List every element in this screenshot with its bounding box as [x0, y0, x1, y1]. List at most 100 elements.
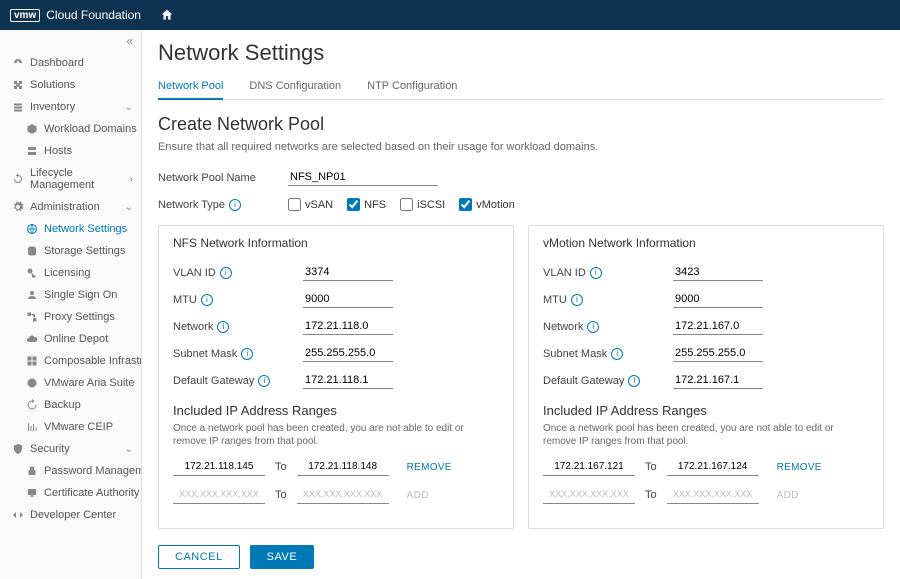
to-label: To [275, 489, 287, 501]
chevron-down-icon: ⌄ [125, 202, 133, 213]
info-icon[interactable]: i [587, 321, 599, 333]
code-icon [12, 509, 24, 521]
vmotion-panel-title: vMotion Network Information [543, 236, 869, 250]
info-icon[interactable]: i [241, 348, 253, 360]
suite-icon [26, 377, 38, 389]
to-label: To [275, 461, 287, 473]
sidebar-item-hosts[interactable]: Hosts [0, 140, 141, 162]
vmw-logo: vmw [10, 9, 40, 22]
certificate-icon [26, 487, 38, 499]
sidebar-item-administration[interactable]: Administration ⌄ [0, 196, 141, 218]
puzzle-icon [12, 79, 24, 91]
tab-dns-config[interactable]: DNS Configuration [249, 76, 341, 99]
nfs-panel-title: NFS Network Information [173, 236, 499, 250]
nfs-mtu-input[interactable] [303, 291, 393, 308]
sidebar-item-password-mgmt[interactable]: Password Management [0, 460, 141, 482]
vmotion-subnet-input[interactable] [673, 345, 763, 362]
sidebar-item-label: Administration [30, 201, 100, 213]
nfs-range-from-input[interactable] [173, 458, 265, 476]
stack-icon [12, 101, 24, 113]
to-label: To [645, 489, 657, 501]
nfs-range-from-input-empty[interactable] [173, 486, 265, 504]
nfs-subnet-input[interactable] [303, 345, 393, 362]
chevron-right-icon: › [130, 174, 133, 185]
nfs-range-to-input[interactable] [297, 458, 389, 476]
vmotion-gateway-input[interactable] [673, 372, 763, 389]
add-button[interactable]: ADD [407, 490, 429, 501]
info-icon[interactable]: i [201, 294, 213, 306]
sidebar-item-dashboard[interactable]: Dashboard [0, 52, 141, 74]
cancel-button[interactable]: CANCEL [158, 545, 240, 569]
sidebar-item-label: VMware Aria Suite [44, 377, 134, 389]
proxy-icon [26, 311, 38, 323]
vmotion-range-to-input[interactable] [667, 458, 759, 476]
sidebar-item-security[interactable]: Security ⌄ [0, 438, 141, 460]
sidebar-item-label: Dashboard [30, 57, 84, 69]
topbar: vmw Cloud Foundation [0, 0, 900, 30]
sidebar-item-network-settings[interactable]: Network Settings [0, 218, 141, 240]
sidebar-item-backup[interactable]: Backup [0, 394, 141, 416]
vmotion-range-from-input[interactable] [543, 458, 635, 476]
brand: vmw Cloud Foundation [10, 8, 141, 22]
info-icon[interactable]: i [590, 267, 602, 279]
gauge-icon [12, 57, 24, 69]
sidebar-item-label: Solutions [30, 79, 75, 91]
chevron-down-icon: ⌄ [125, 444, 133, 455]
add-button[interactable]: ADD [777, 490, 799, 501]
info-icon[interactable]: i [229, 199, 241, 211]
server-icon [26, 145, 38, 157]
info-icon[interactable]: i [220, 267, 232, 279]
sidebar-item-sso[interactable]: Single Sign On [0, 284, 141, 306]
sidebar-item-label: Single Sign On [44, 289, 117, 301]
info-icon[interactable]: i [217, 321, 229, 333]
pool-name-input[interactable] [288, 169, 438, 186]
vmotion-network-input[interactable] [673, 318, 763, 335]
sidebar-item-workload-domains[interactable]: Workload Domains [0, 118, 141, 140]
checkbox-vsan[interactable]: vSAN [288, 198, 333, 211]
ip-ranges-desc: Once a network pool has been created, yo… [543, 422, 869, 448]
vmotion-vlan-input[interactable] [673, 264, 763, 281]
sidebar-item-licensing[interactable]: Licensing [0, 262, 141, 284]
sidebar-item-label: Online Depot [44, 333, 108, 345]
info-icon[interactable]: i [571, 294, 583, 306]
checkbox-iscsi[interactable]: iSCSI [400, 198, 445, 211]
info-icon[interactable]: i [258, 375, 270, 387]
nfs-network-input[interactable] [303, 318, 393, 335]
backup-icon [26, 399, 38, 411]
tab-ntp-config[interactable]: NTP Configuration [367, 76, 457, 99]
section-description: Ensure that all required networks are se… [158, 141, 884, 153]
checkbox-vmotion[interactable]: vMotion [459, 198, 515, 211]
sidebar-item-label: VMware CEIP [44, 421, 113, 433]
sidebar-item-dev-center[interactable]: Developer Center [0, 504, 141, 526]
nfs-gateway-input[interactable] [303, 372, 393, 389]
nfs-vlan-input[interactable] [303, 264, 393, 281]
sidebar-item-aria[interactable]: VMware Aria Suite [0, 372, 141, 394]
tab-network-pool[interactable]: Network Pool [158, 76, 223, 100]
sidebar-item-label: Developer Center [30, 509, 116, 521]
sidebar-item-label: Hosts [44, 145, 72, 157]
vmotion-mtu-input[interactable] [673, 291, 763, 308]
sidebar-item-ceip[interactable]: VMware CEIP [0, 416, 141, 438]
vmotion-range-from-input-empty[interactable] [543, 486, 635, 504]
sidebar-item-inventory[interactable]: Inventory ⌄ [0, 96, 141, 118]
sidebar-item-composable[interactable]: Composable Infrastructure [0, 350, 141, 372]
checkbox-nfs[interactable]: NFS [347, 198, 386, 211]
sidebar-item-online-depot[interactable]: Online Depot [0, 328, 141, 350]
sidebar-item-lifecycle[interactable]: Lifecycle Management › [0, 162, 141, 196]
remove-button[interactable]: REMOVE [407, 462, 452, 473]
info-icon[interactable]: i [628, 375, 640, 387]
sidebar-item-cert-auth[interactable]: Certificate Authority [0, 482, 141, 504]
tabs: Network Pool DNS Configuration NTP Confi… [158, 76, 884, 100]
nfs-range-to-input-empty[interactable] [297, 486, 389, 504]
vmotion-range-to-input-empty[interactable] [667, 486, 759, 504]
sidebar: « Dashboard Solutions Inventory ⌄ Worklo… [0, 30, 142, 579]
sidebar-item-storage-settings[interactable]: Storage Settings [0, 240, 141, 262]
info-icon[interactable]: i [611, 348, 623, 360]
home-icon[interactable] [153, 1, 181, 29]
cycle-icon [12, 173, 24, 185]
sidebar-item-solutions[interactable]: Solutions [0, 74, 141, 96]
remove-button[interactable]: REMOVE [777, 462, 822, 473]
save-button[interactable]: SAVE [250, 545, 315, 569]
sidebar-collapse-icon[interactable]: « [0, 30, 141, 52]
sidebar-item-proxy[interactable]: Proxy Settings [0, 306, 141, 328]
